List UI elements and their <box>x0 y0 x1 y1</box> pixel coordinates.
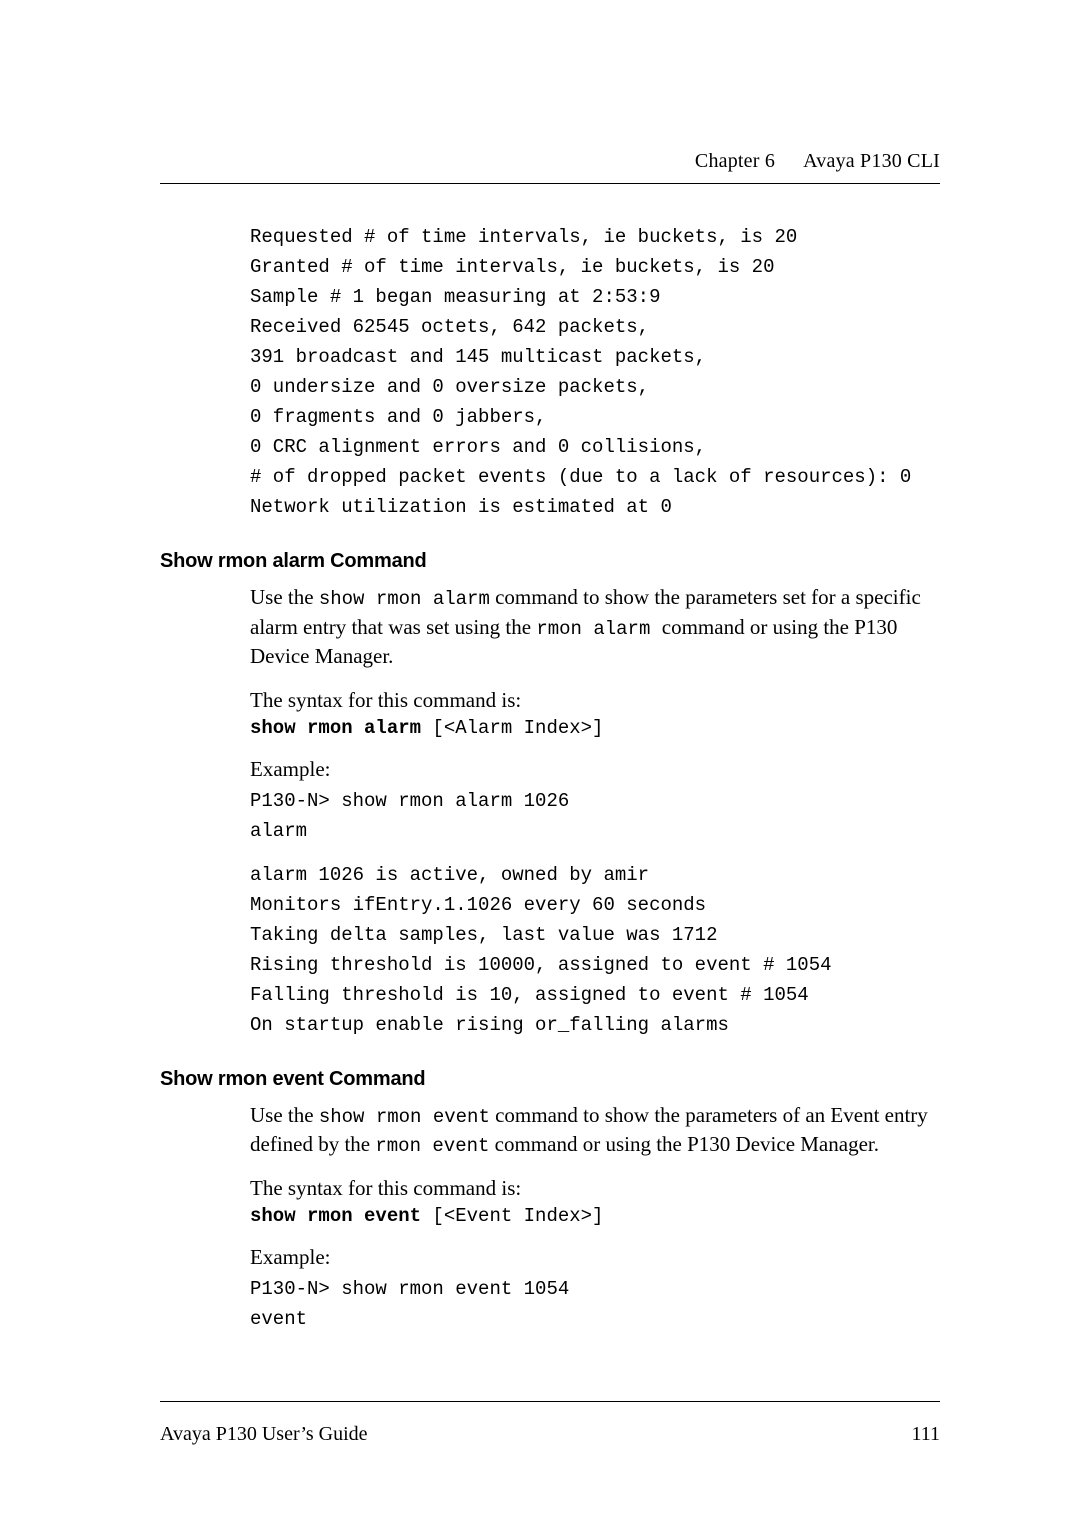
inline-code: rmon alarm <box>536 618 661 640</box>
syntax-label-alarm: The syntax for this command is: <box>250 688 940 713</box>
chapter-label: Chapter 6 <box>695 150 775 172</box>
inline-code: rmon event <box>375 1135 489 1157</box>
syntax-rest: [<Alarm Index>] <box>421 717 603 739</box>
section-heading-alarm: Show rmon alarm Command <box>160 550 940 573</box>
page-root: Chapter 6 Avaya P130 CLI Requested # of … <box>0 0 1080 1528</box>
footer-left: Avaya P130 User’s Guide <box>160 1423 368 1446</box>
code-block-output-1: Requested # of time intervals, ie bucket… <box>250 222 940 522</box>
example-label-event: Example: <box>250 1245 940 1270</box>
header-rule <box>160 183 940 184</box>
inline-code: show rmon event <box>319 1106 490 1128</box>
syntax-bold: show rmon event <box>250 1205 421 1227</box>
example-code-alarm: P130-N> show rmon alarm 1026 alarm <box>250 786 940 846</box>
syntax-line-event: show rmon event [<Event Index>] <box>250 1205 940 1227</box>
section-heading-event: Show rmon event Command <box>160 1068 940 1091</box>
syntax-rest: [<Event Index>] <box>421 1205 603 1227</box>
chapter-title: Avaya P130 CLI <box>803 150 940 172</box>
output-code-alarm: alarm 1026 is active, owned by amir Moni… <box>250 860 940 1040</box>
footer-rule <box>160 1401 940 1402</box>
inline-code: show rmon alarm <box>319 588 490 610</box>
example-label-alarm: Example: <box>250 757 940 782</box>
para-text: Use the <box>250 1103 319 1127</box>
syntax-bold: show rmon alarm <box>250 717 421 739</box>
example-code-event: P130-N> show rmon event 1054 event <box>250 1274 940 1334</box>
syntax-line-alarm: show rmon alarm [<Alarm Index>] <box>250 717 940 739</box>
page-footer: Avaya P130 User’s Guide 111 <box>160 1423 940 1446</box>
page-number: 111 <box>911 1423 940 1446</box>
para-event-desc: Use the show rmon event command to show … <box>250 1101 940 1160</box>
chapter-header: Chapter 6 Avaya P130 CLI <box>160 150 940 173</box>
para-alarm-desc: Use the show rmon alarm command to show … <box>250 583 940 672</box>
syntax-label-event: The syntax for this command is: <box>250 1176 940 1201</box>
para-text: command or using the P130 Device Manager… <box>489 1132 879 1156</box>
para-text: Use the <box>250 585 319 609</box>
